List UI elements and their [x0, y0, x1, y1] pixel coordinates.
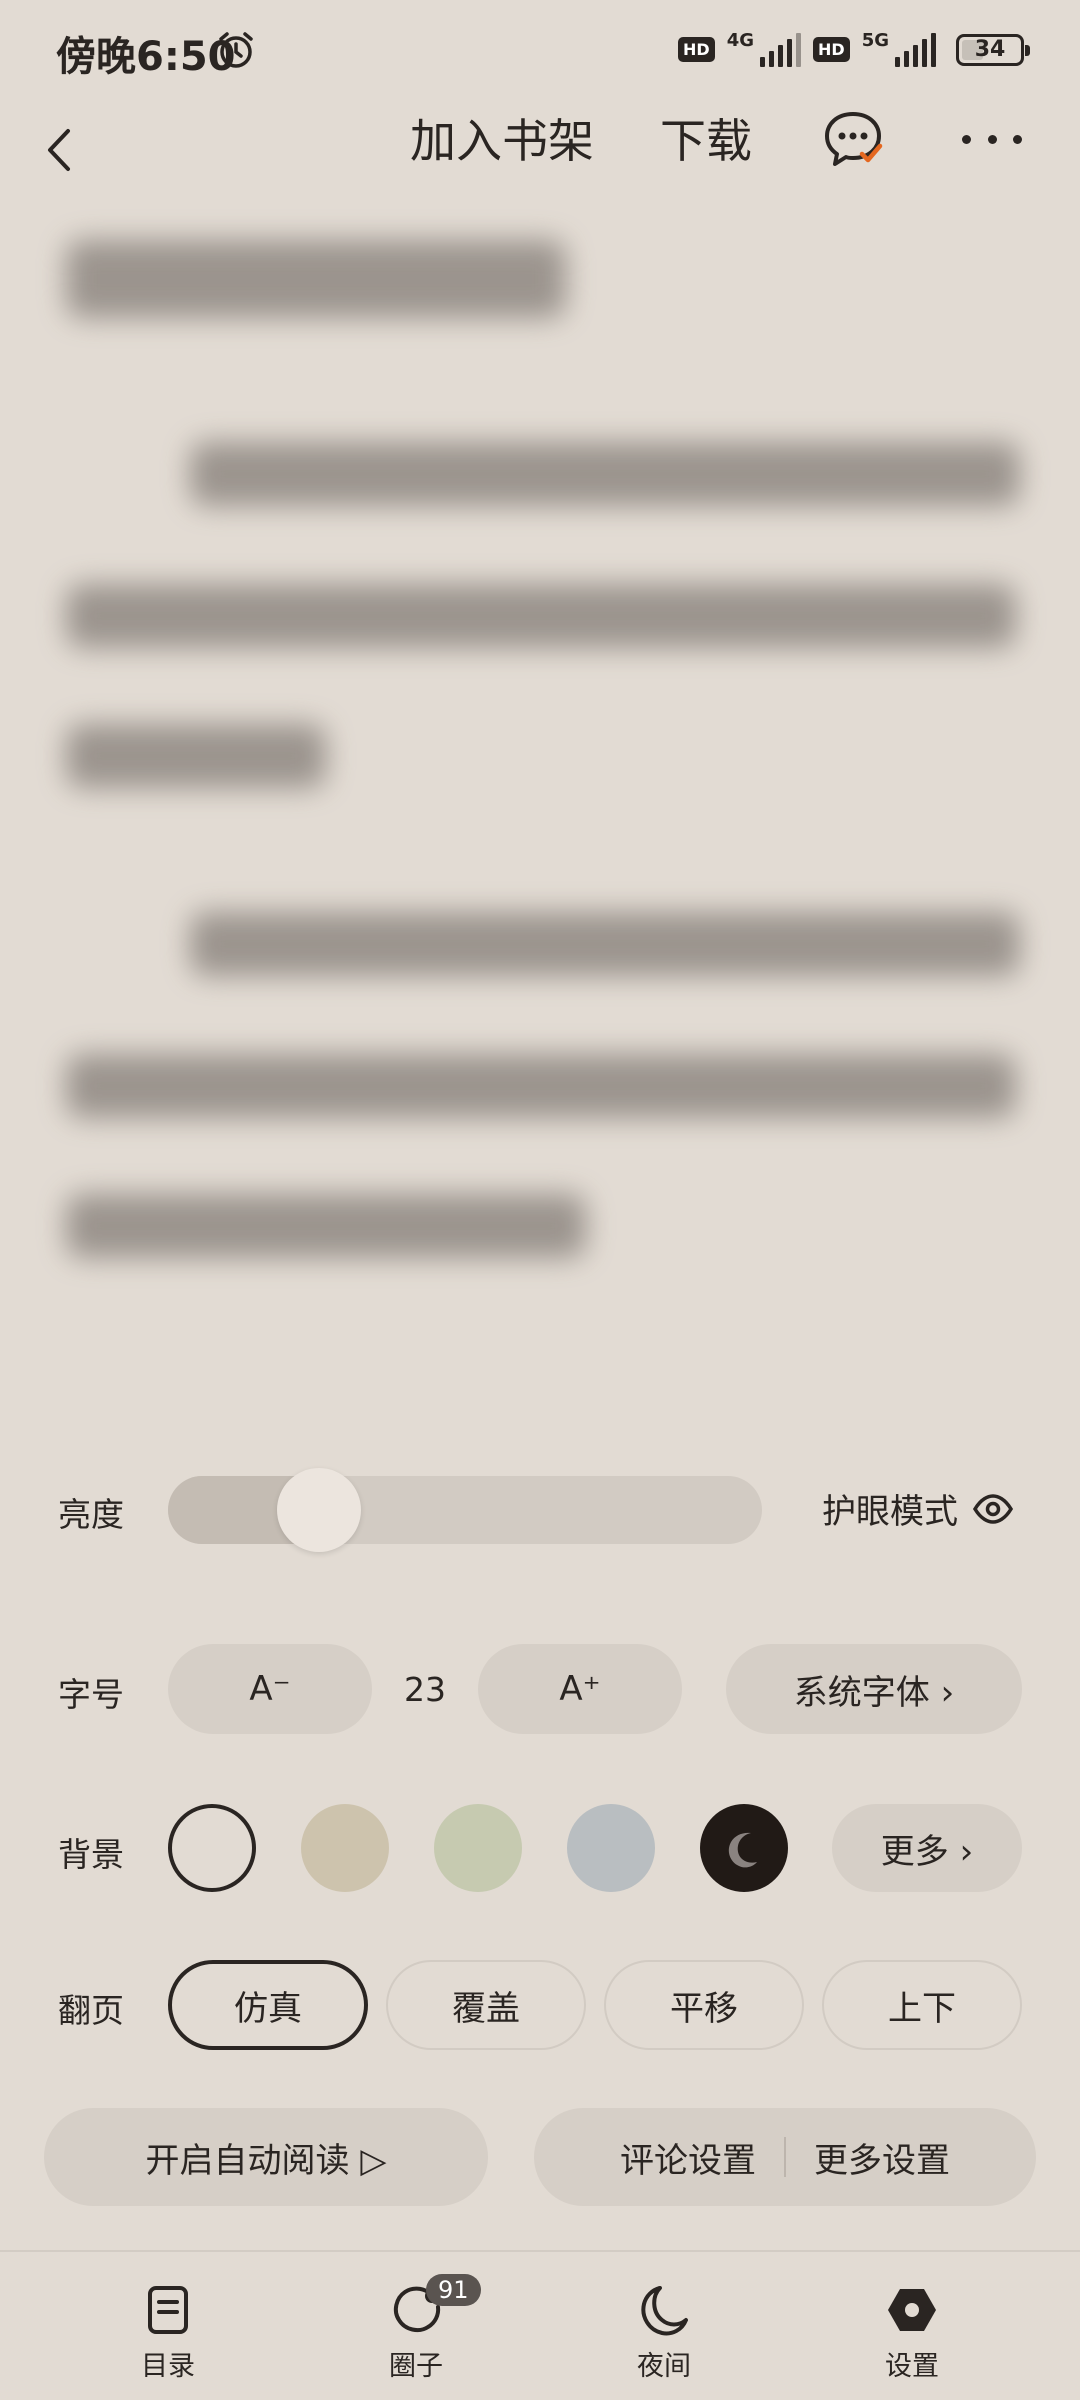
page-turn-vertical[interactable]: 上下: [822, 1960, 1022, 2050]
blurred-text-line: [66, 1194, 586, 1258]
brightness-slider-thumb[interactable]: [276, 1468, 361, 1552]
font-increase-button[interactable]: A⁺: [478, 1644, 682, 1734]
blurred-text-line: [190, 442, 1020, 506]
font-size-value: 23: [404, 1670, 446, 1709]
add-to-shelf-button[interactable]: 加入书架: [410, 106, 594, 176]
blurred-text-line: [66, 584, 1016, 648]
background-row: 背景 更多 ›: [0, 1804, 1080, 1894]
more-options-button[interactable]: [962, 124, 1022, 154]
hd-badge: HD: [678, 37, 715, 62]
system-font-button[interactable]: 系统字体 ›: [726, 1644, 1022, 1734]
background-more-button[interactable]: 更多 ›: [832, 1804, 1022, 1892]
network-label-4g: 4G: [726, 30, 755, 51]
background-swatch-beige[interactable]: [301, 1804, 389, 1892]
blurred-text-line: [190, 912, 1020, 976]
more-settings-button[interactable]: 更多设置: [814, 2133, 950, 2182]
background-more-label: 更多 ›: [880, 1831, 974, 1872]
status-bar: 傍晚6:50 HD 4G HD 5G 34: [0, 0, 1080, 100]
status-time: 傍晚6:50: [56, 34, 236, 80]
blurred-text-line: [66, 1054, 1016, 1118]
reading-content[interactable]: [0, 210, 1080, 1410]
font-increase-label: A⁺: [559, 1669, 601, 1709]
top-bar: 加入书架 下载: [0, 100, 1080, 210]
page-turn-simulation[interactable]: 仿真: [168, 1960, 368, 2050]
blurred-text-line: [66, 724, 326, 788]
alarm-icon: [219, 32, 253, 68]
nav-label-settings: 设置: [885, 2351, 939, 2382]
font-decrease-label: A⁻: [249, 1669, 291, 1709]
dot-icon: [987, 134, 997, 144]
font-size-label: 字号: [58, 1675, 124, 1714]
page-turn-row: 翻页 仿真 覆盖 平移 上下: [0, 1960, 1080, 2050]
font-size-row: 字号 A⁻ 23 A⁺ 系统字体 ›: [0, 1644, 1080, 1734]
status-indicators: HD 4G HD 5G 34: [678, 30, 1030, 69]
page-turn-label: 翻页: [58, 1991, 124, 2030]
signal-icon: [760, 32, 802, 67]
system-font-label: 系统字体 ›: [793, 1672, 955, 1713]
dot-icon: [962, 134, 971, 144]
eye-mode-toggle[interactable]: 护眼模式: [822, 1484, 1014, 1533]
comment-settings-button[interactable]: 评论设置: [620, 2133, 756, 2182]
toc-icon: [148, 2286, 188, 2334]
nav-label-toc: 目录: [141, 2351, 195, 2382]
background-swatch-night[interactable]: [700, 1804, 788, 1892]
nav-item-toc[interactable]: 目录: [98, 2282, 238, 2383]
brightness-row: 亮度 护眼模式: [0, 1468, 1080, 1552]
divider: [784, 2137, 786, 2177]
settings-icon: [888, 2289, 936, 2331]
battery-level: 34: [974, 37, 1006, 62]
page-turn-slide[interactable]: 平移: [604, 1960, 804, 2050]
nav-item-circle[interactable]: 圈子 91: [346, 2274, 486, 2383]
page-turn-cover[interactable]: 覆盖: [386, 1960, 586, 2050]
moon-icon: [641, 2286, 688, 2336]
moon-icon: [728, 1832, 757, 1868]
nav-label-circle: 圈子: [389, 2351, 443, 2382]
network-label-5g: 5G: [861, 30, 889, 51]
brightness-label: 亮度: [58, 1495, 124, 1534]
font-decrease-button[interactable]: A⁻: [168, 1644, 372, 1734]
bottom-actions-row: 开启自动阅读 ▷ 评论设置 更多设置: [0, 2108, 1080, 2206]
bottom-nav: 目录 圈子 91 夜间 设置: [0, 2250, 1080, 2400]
eye-mode-label: 护眼模式: [822, 1492, 958, 1532]
back-button[interactable]: [30, 120, 90, 180]
nav-item-night[interactable]: 夜间: [594, 2282, 734, 2383]
hd-badge: HD: [813, 37, 850, 62]
auto-read-button[interactable]: 开启自动阅读 ▷: [44, 2108, 488, 2206]
settings-pill: 评论设置 更多设置: [534, 2108, 1036, 2206]
blurred-text-line: [66, 240, 566, 318]
eye-icon: [972, 1493, 1014, 1524]
auto-read-label: 开启自动阅读 ▷: [145, 2140, 387, 2181]
notification-badge: 91: [426, 2274, 481, 2306]
comment-icon[interactable]: [822, 108, 884, 170]
background-swatch-white[interactable]: [168, 1804, 256, 1892]
download-button[interactable]: 下载: [660, 106, 752, 176]
background-swatch-gray[interactable]: [567, 1804, 655, 1892]
nav-label-night: 夜间: [637, 2351, 691, 2382]
chevron-left-icon: [48, 129, 70, 171]
background-label: 背景: [58, 1835, 124, 1874]
nav-item-settings[interactable]: 设置: [842, 2282, 982, 2383]
battery-icon: 34: [956, 33, 1030, 66]
brightness-slider[interactable]: [168, 1476, 762, 1544]
dot-icon: [1013, 134, 1022, 144]
signal-icon: [895, 32, 936, 67]
background-swatch-green[interactable]: [434, 1804, 522, 1892]
